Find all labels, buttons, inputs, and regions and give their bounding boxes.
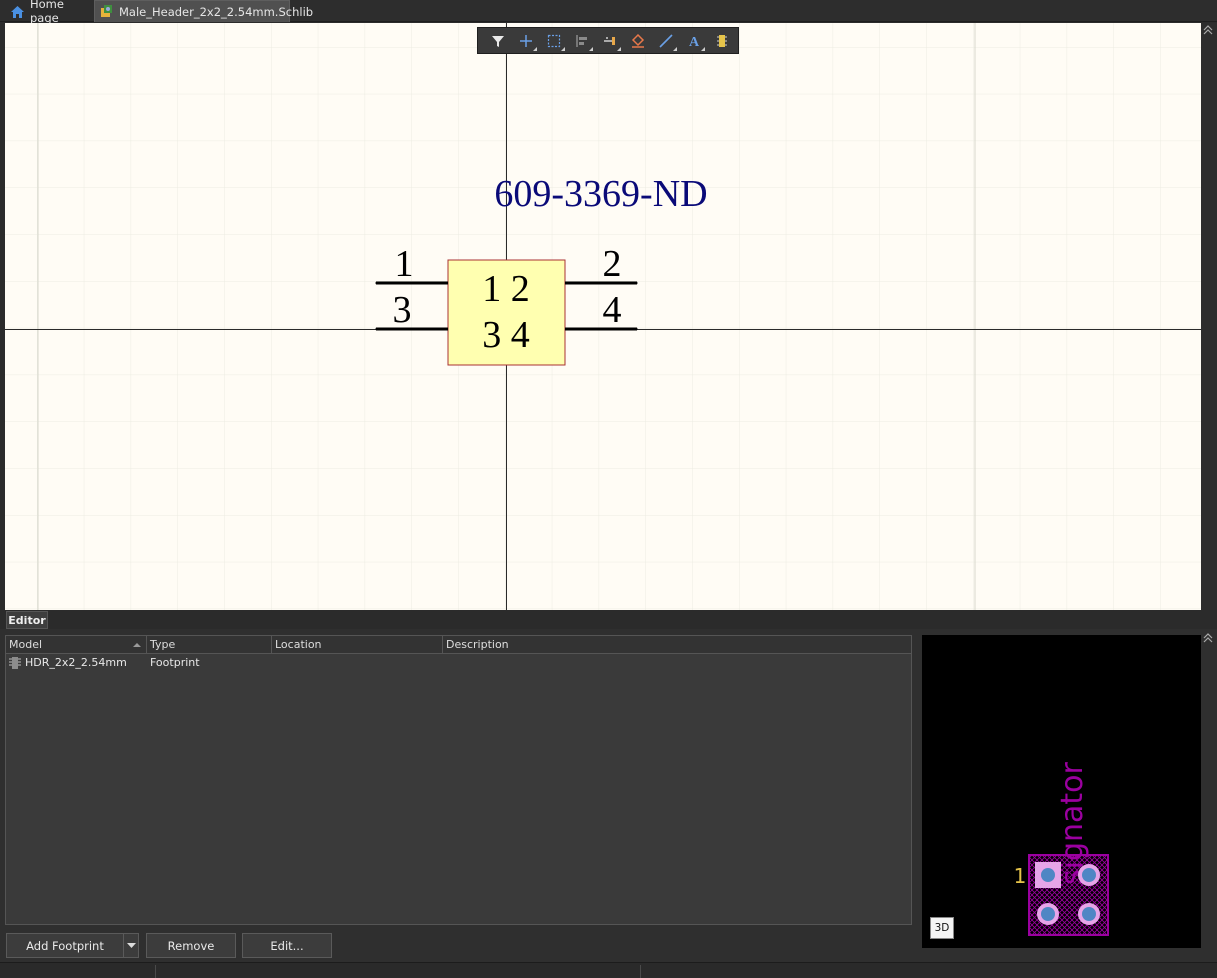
fill-icon[interactable]: [624, 30, 652, 52]
pin1-label: 1: [1014, 864, 1027, 888]
editor-panel-tab[interactable]: Editor: [6, 611, 48, 629]
collapse-up-icon[interactable]: [1203, 633, 1213, 643]
footprint-icon: [8, 657, 22, 669]
chevron-down-icon: [126, 942, 136, 948]
column-header-description[interactable]: Description: [443, 636, 911, 654]
column-header-location[interactable]: Location: [272, 636, 443, 654]
cell-model: HDR_2x2_2.54mm: [8, 655, 127, 671]
tab-schlib-document[interactable]: Male_Header_2x2_2.54mm.Schlib: [94, 0, 313, 22]
select-rect-icon[interactable]: [540, 30, 568, 52]
models-grid: Model Type Location Description HDR_2x2_…: [5, 635, 912, 925]
pin-designator: 3: [393, 289, 412, 331]
body-label: 1 2: [482, 268, 530, 310]
column-header-type[interactable]: Type: [147, 636, 272, 654]
pin-designator: 2: [603, 243, 622, 285]
cell-type: Footprint: [150, 656, 200, 669]
align-icon[interactable]: [568, 30, 596, 52]
models-grid-header: Model Type Location Description: [6, 636, 911, 654]
text-icon[interactable]: A: [680, 30, 708, 52]
pin-designator: 4: [603, 289, 622, 331]
pin-icon[interactable]: [596, 30, 624, 52]
remove-button[interactable]: Remove: [146, 933, 236, 958]
add-model-dropdown-button[interactable]: [123, 933, 139, 958]
component-icon[interactable]: [708, 30, 736, 52]
body-label: 3 4: [482, 314, 530, 356]
tab-home-page[interactable]: Home page: [6, 0, 92, 25]
pin-designator: 1: [395, 243, 414, 285]
edit-button[interactable]: Edit...: [242, 933, 332, 958]
line-icon[interactable]: [652, 30, 680, 52]
footprint-preview-drawing: signator 1: [1014, 761, 1109, 936]
column-header-model[interactable]: Model: [6, 636, 147, 654]
schematic-canvas[interactable]: 609-3369-ND 1 2 3 4 1 2 3 4: [5, 23, 1201, 610]
table-row[interactable]: HDR_2x2_2.54mm Footprint: [6, 655, 911, 671]
status-bar: [0, 962, 1217, 978]
toggle-3d-button[interactable]: 3D: [930, 917, 954, 939]
canvas-right-strip: [1201, 23, 1217, 610]
canvas-grid: 609-3369-ND 1 2 3 4 1 2 3 4: [5, 23, 1201, 610]
collapse-up-icon[interactable]: [1203, 25, 1213, 35]
tab-label: Male_Header_2x2_2.54mm.Schlib: [119, 4, 314, 19]
active-bar-toolbar: A: [477, 27, 739, 54]
footprint-preview[interactable]: signator 1 3D: [922, 635, 1201, 948]
schlib-file-icon: [99, 4, 114, 19]
svg-text:A: A: [689, 35, 700, 48]
home-icon: [10, 4, 25, 19]
cross-icon[interactable]: [512, 30, 540, 52]
pin-3: [375, 327, 448, 331]
document-tab-bar: Home page Male_Header_2x2_2.54mm.Schlib: [0, 0, 1217, 25]
sort-ascending-icon: [133, 643, 141, 647]
pin-2: [565, 281, 638, 285]
tab-label: Home page: [30, 0, 64, 25]
component-comment[interactable]: 609-3369-ND: [494, 173, 707, 215]
pin-4: [565, 327, 638, 331]
add-footprint-button[interactable]: Add Footprint: [6, 933, 124, 958]
filter-icon[interactable]: [484, 30, 512, 52]
